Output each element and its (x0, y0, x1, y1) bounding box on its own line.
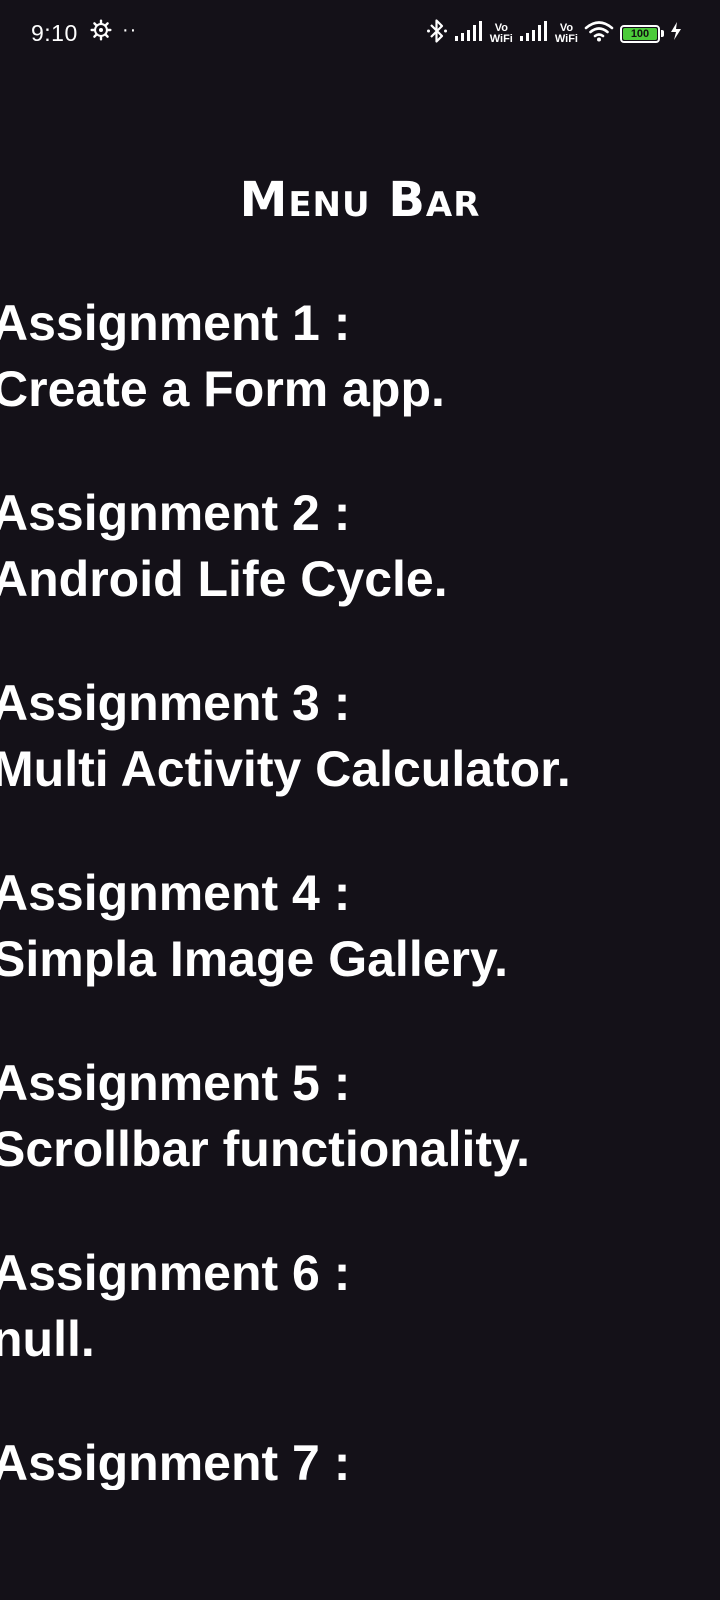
assignment-item-7[interactable]: Assignment 7 : (0, 1430, 720, 1490)
battery-cap (661, 30, 664, 37)
assignment-list[interactable]: Assignment 1 : Create a Form app. Assign… (0, 290, 720, 1490)
page-title: Menu Bar (239, 172, 481, 228)
assignment-description: null. (0, 1311, 95, 1367)
more-notifications-icon: ·· (122, 18, 138, 41)
vowifi-top-text: Vo (494, 21, 508, 34)
settings-gear-icon (90, 19, 112, 46)
assignment-item-2[interactable]: Assignment 2 : Android Life Cycle. (0, 480, 720, 612)
bluetooth-icon (426, 18, 448, 49)
assignment-item-3[interactable]: Assignment 3 : Multi Activity Calculator… (0, 670, 720, 802)
signal-strength-icon (454, 20, 484, 47)
vowifi-icon: Vo WiFi (489, 21, 513, 45)
vowifi-bottom-text-2: WiFi (554, 32, 578, 45)
assignment-item-5[interactable]: Assignment 5 : Scrollbar functionality. (0, 1050, 720, 1182)
assignment-item-4[interactable]: Assignment 4 : Simpla Image Gallery. (0, 860, 720, 992)
assignment-heading: Assignment 2 : (0, 485, 351, 541)
status-time: 9:10 (31, 20, 78, 46)
assignment-description: Create a Form app. (0, 361, 445, 417)
assignment-heading: Assignment 5 : (0, 1055, 351, 1111)
vowifi-icon-2: Vo WiFi (554, 21, 578, 45)
assignment-description: Simpla Image Gallery. (0, 931, 508, 987)
screen: 9:10 ·· Vo WiFi Vo WiFi 100 Menu Bar Ass… (0, 0, 720, 1600)
status-bar: 9:10 ·· Vo WiFi Vo WiFi 100 (0, 0, 720, 68)
battery-icon: 100 (620, 24, 660, 43)
wifi-icon (584, 19, 614, 48)
assignment-heading: Assignment 1 : (0, 295, 351, 351)
assignment-heading: Assignment 6 : (0, 1245, 351, 1301)
assignment-description: Multi Activity Calculator. (0, 741, 571, 797)
status-right-icons: Vo WiFi Vo WiFi 100 (426, 18, 682, 49)
assignment-heading: Assignment 7 : (0, 1435, 351, 1490)
assignment-description: Android Life Cycle. (0, 551, 448, 607)
charging-bolt-icon (670, 21, 682, 46)
signal-strength-icon-2 (519, 20, 549, 47)
assignment-item-1[interactable]: Assignment 1 : Create a Form app. (0, 290, 720, 422)
assignment-heading: Assignment 3 : (0, 675, 351, 731)
vowifi-bottom-text: WiFi (489, 32, 513, 45)
assignment-description: Scrollbar functionality. (0, 1121, 531, 1177)
battery-level: 100 (630, 27, 650, 40)
assignment-heading: Assignment 4 : (0, 865, 351, 921)
assignment-item-6[interactable]: Assignment 6 : null. (0, 1240, 720, 1372)
status-left-icons: ·· (90, 19, 137, 46)
vowifi-top-text-2: Vo (559, 21, 574, 34)
